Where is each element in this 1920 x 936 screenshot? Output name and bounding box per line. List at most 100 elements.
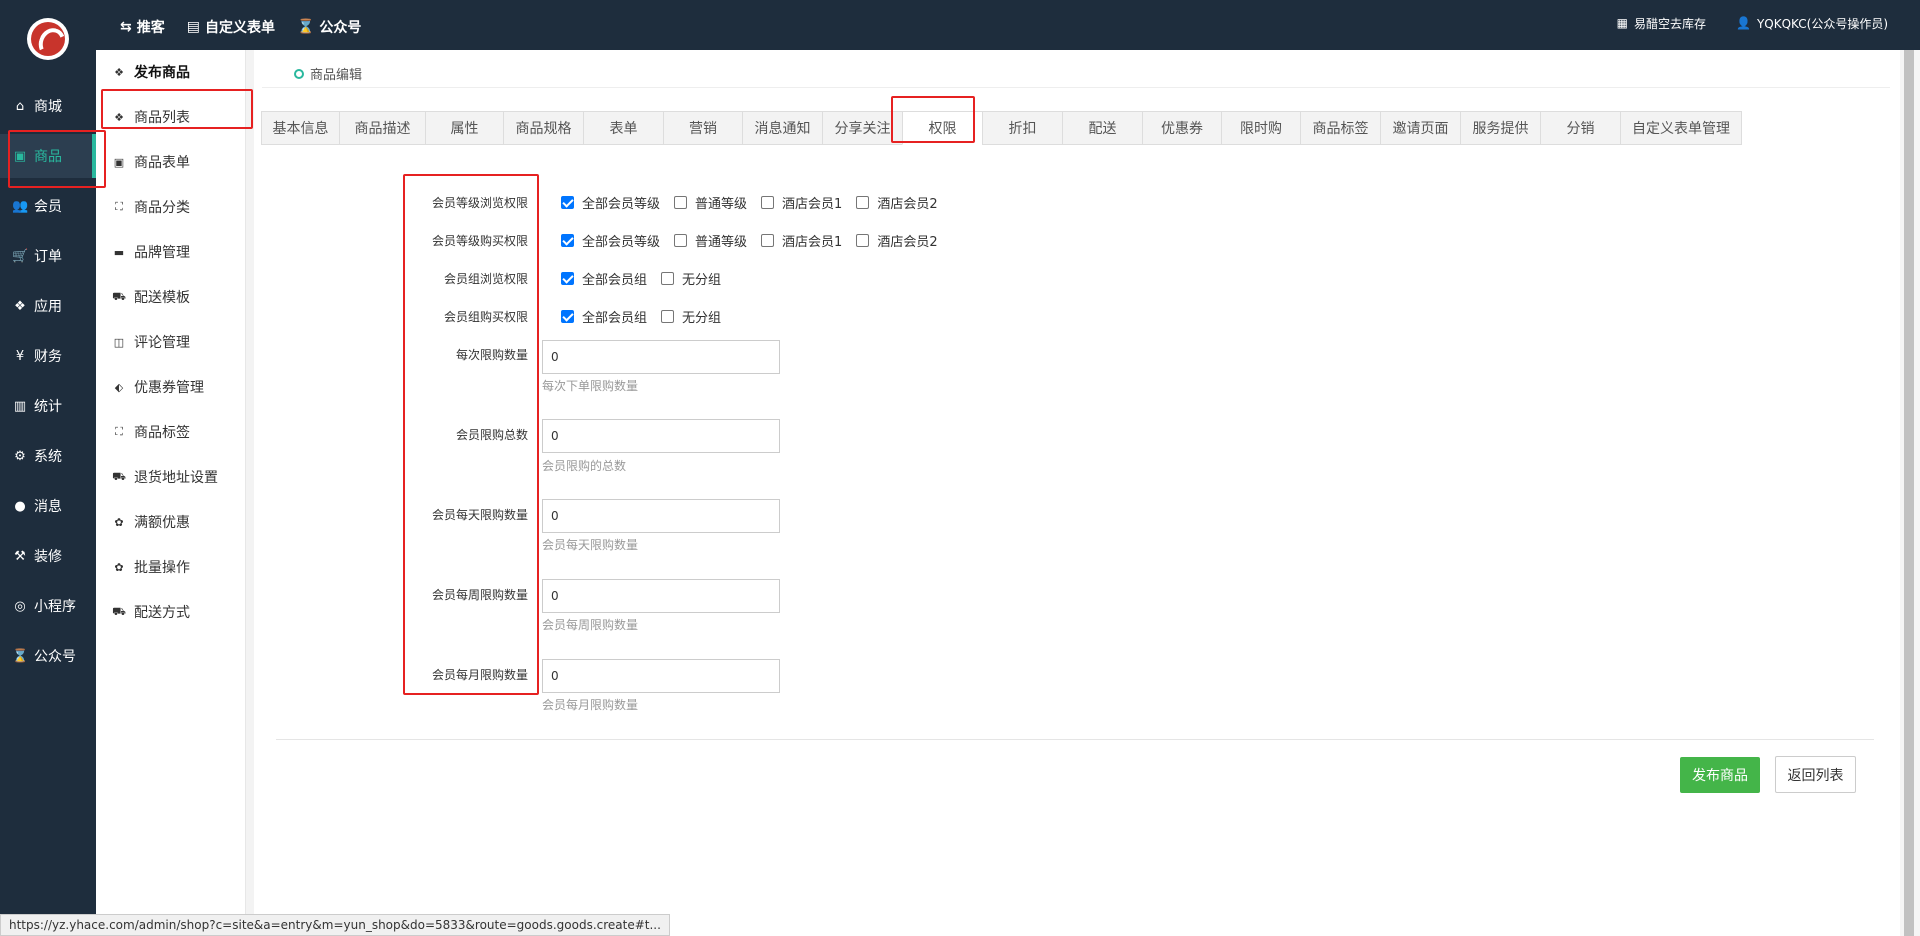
subsidebar-item-full-discount[interactable]: ✿ 满额优惠: [96, 505, 246, 539]
subsidebar-item-comments[interactable]: ◫ 评论管理: [96, 325, 246, 359]
tab-distribution[interactable]: 分销: [1540, 111, 1620, 145]
tab-description[interactable]: 商品描述: [339, 111, 425, 145]
subsidebar-item-tags[interactable]: ⛶ 商品标签: [96, 415, 246, 449]
sidebar-item-messages[interactable]: ● 消息: [0, 486, 96, 526]
subsidebar-item-coupons[interactable]: ⬖ 优惠券管理: [96, 370, 246, 404]
sidebar-item-goods[interactable]: ▣ 商品: [0, 134, 96, 178]
weekly-limit-input[interactable]: [542, 579, 780, 613]
tab-custom-form-manage[interactable]: 自定义表单管理: [1620, 111, 1742, 145]
sidebar-item-official-account[interactable]: ⌛ 公众号: [0, 636, 96, 676]
subsidebar-item-publish[interactable]: ❖ 发布商品: [96, 55, 246, 89]
group-buy-none[interactable]: 无分组: [661, 307, 721, 326]
total-limit-label: 会员限购总数: [455, 428, 528, 442]
top-nav-official-account[interactable]: ⌛ 公众号: [297, 17, 361, 37]
subsidebar-item-batch[interactable]: ✿ 批量操作: [96, 550, 246, 584]
breadcrumb-label: 商品编辑: [310, 68, 363, 83]
main-sidebar: ⌂ 商城 ▣ 商品 👥 会员 🛒 订单 ❖ 应用 ¥ 财务 ▥ 统计 ⚙ 系统 ● 消息 ⚒ 装修 …: [0, 50, 96, 936]
tab-attributes[interactable]: 属性: [425, 111, 503, 145]
user-menu[interactable]: 👤 YQKQKC(公众号操作员): [1736, 15, 1888, 32]
group-buy-all[interactable]: 全部会员组: [561, 307, 647, 326]
tab-notifications[interactable]: 消息通知: [742, 111, 822, 145]
checkbox-icon: [761, 196, 775, 209]
subsidebar-item-shipping-template[interactable]: ⛟ 配送模板: [96, 280, 246, 314]
checkbox-icon: [661, 272, 675, 285]
subsidebar-item-category[interactable]: ⛶ 商品分类: [96, 190, 246, 224]
subsidebar-item-delivery[interactable]: ⛟ 配送方式: [96, 595, 246, 629]
briefcase-icon: ▬: [113, 245, 125, 259]
tab-shipping[interactable]: 配送: [1062, 111, 1142, 145]
sidebar-item-system[interactable]: ⚙ 系统: [0, 436, 96, 476]
tab-form[interactable]: 表单: [583, 111, 663, 145]
checkbox-checked-icon: [561, 196, 574, 209]
sidebar-item-finance[interactable]: ¥ 财务: [0, 336, 96, 376]
tab-invite-page[interactable]: 邀请页面: [1380, 111, 1460, 145]
level-buy-normal[interactable]: 普通等级: [674, 231, 747, 250]
form-footer-divider: [276, 739, 1874, 740]
top-nav-tuike[interactable]: ⇆ 推客: [120, 17, 165, 37]
tab-marketing[interactable]: 营销: [663, 111, 742, 145]
daily-limit-input[interactable]: [542, 499, 780, 533]
sidebar-item-mall[interactable]: ⌂ 商城: [0, 86, 96, 126]
group-browse-all[interactable]: 全部会员组: [561, 269, 647, 288]
store-switch[interactable]: ▦ 易醋空去库存: [1617, 15, 1706, 32]
gavel-icon: ⚒: [14, 548, 26, 564]
total-limit-input[interactable]: [542, 419, 780, 453]
subsidebar-item-goods-form[interactable]: ▣ 商品表单: [96, 145, 246, 179]
checkbox-icon: [856, 196, 870, 209]
per-order-limit-input[interactable]: [542, 340, 780, 374]
checkbox-checked-icon: [561, 234, 574, 247]
subsidebar-item-goods-list[interactable]: ❖ 商品列表: [96, 100, 246, 134]
level-buy-hotel1[interactable]: 酒店会员1: [761, 231, 842, 250]
sidebar-item-stats[interactable]: ▥ 统计: [0, 386, 96, 426]
tags-icon: ⬖: [114, 380, 124, 394]
level-browse-normal[interactable]: 普通等级: [674, 193, 747, 212]
sidebar-item-decorate[interactable]: ⚒ 装修: [0, 536, 96, 576]
dashboard-icon: ▦: [1616, 16, 1628, 30]
breadcrumb-divider: [262, 87, 1890, 88]
truck-icon: ⛟: [112, 604, 126, 618]
form-icon: ▤: [186, 19, 200, 35]
file-icon: ▣: [113, 155, 125, 169]
tab-basic-info[interactable]: 基本信息: [261, 111, 339, 145]
sidebar-item-miniprogram[interactable]: ◎ 小程序: [0, 586, 96, 626]
tab-discount[interactable]: 折扣: [982, 111, 1062, 145]
monthly-limit-input[interactable]: [542, 659, 780, 693]
users-icon: 👥: [12, 198, 29, 214]
truck-icon: ⛟: [112, 289, 126, 303]
checkbox-checked-icon: [561, 272, 574, 285]
group-browse-options: 全部会员组 无分组: [561, 269, 735, 288]
tab-permissions[interactable]: 权限: [902, 111, 982, 145]
per-order-limit-label: 每次限购数量: [455, 348, 528, 362]
checkbox-icon: [856, 234, 870, 247]
back-to-list-button[interactable]: 返回列表: [1775, 756, 1856, 793]
subsidebar-item-brand[interactable]: ▬ 品牌管理: [96, 235, 246, 269]
subsidebar-item-return-address[interactable]: ⛟ 退货地址设置: [96, 460, 246, 494]
logo-mark: [31, 22, 65, 56]
tab-goods-tags[interactable]: 商品标签: [1300, 111, 1380, 145]
sitemap-icon: ⛶: [115, 425, 123, 438]
level-browse-all[interactable]: 全部会员等级: [561, 193, 660, 212]
sidebar-item-members[interactable]: 👥 会员: [0, 186, 96, 226]
level-browse-hotel2[interactable]: 酒店会员2: [856, 193, 938, 212]
sidebar-item-orders[interactable]: 🛒 订单: [0, 236, 96, 276]
level-buy-all[interactable]: 全部会员等级: [561, 231, 660, 250]
group-buy-label: 会员组购买权限: [443, 310, 528, 324]
level-buy-hotel2[interactable]: 酒店会员2: [856, 231, 938, 250]
tab-coupons[interactable]: 优惠券: [1142, 111, 1221, 145]
tab-services[interactable]: 服务提供: [1460, 111, 1540, 145]
logo[interactable]: [27, 18, 69, 60]
sidebar-item-apps[interactable]: ❖ 应用: [0, 286, 96, 326]
daily-limit-hint: 会员每天限购数量: [542, 538, 639, 552]
top-nav-custom-form[interactable]: ▤ 自定义表单: [187, 17, 275, 37]
scrollbar-thumb[interactable]: [1904, 50, 1914, 936]
group-browse-none[interactable]: 无分组: [661, 269, 721, 288]
tab-share-follow[interactable]: 分享关注: [822, 111, 902, 145]
tab-flash-sale[interactable]: 限时购: [1221, 111, 1300, 145]
group-buy-options: 全部会员组 无分组: [561, 307, 735, 326]
tab-specs[interactable]: 商品规格: [503, 111, 583, 145]
checkbox-icon: [761, 234, 775, 247]
per-order-limit-hint: 每次下单限购数量: [542, 379, 639, 393]
apps-icon: ❖: [14, 298, 26, 314]
level-browse-hotel1[interactable]: 酒店会员1: [761, 193, 842, 212]
publish-goods-button[interactable]: 发布商品: [1680, 757, 1760, 793]
